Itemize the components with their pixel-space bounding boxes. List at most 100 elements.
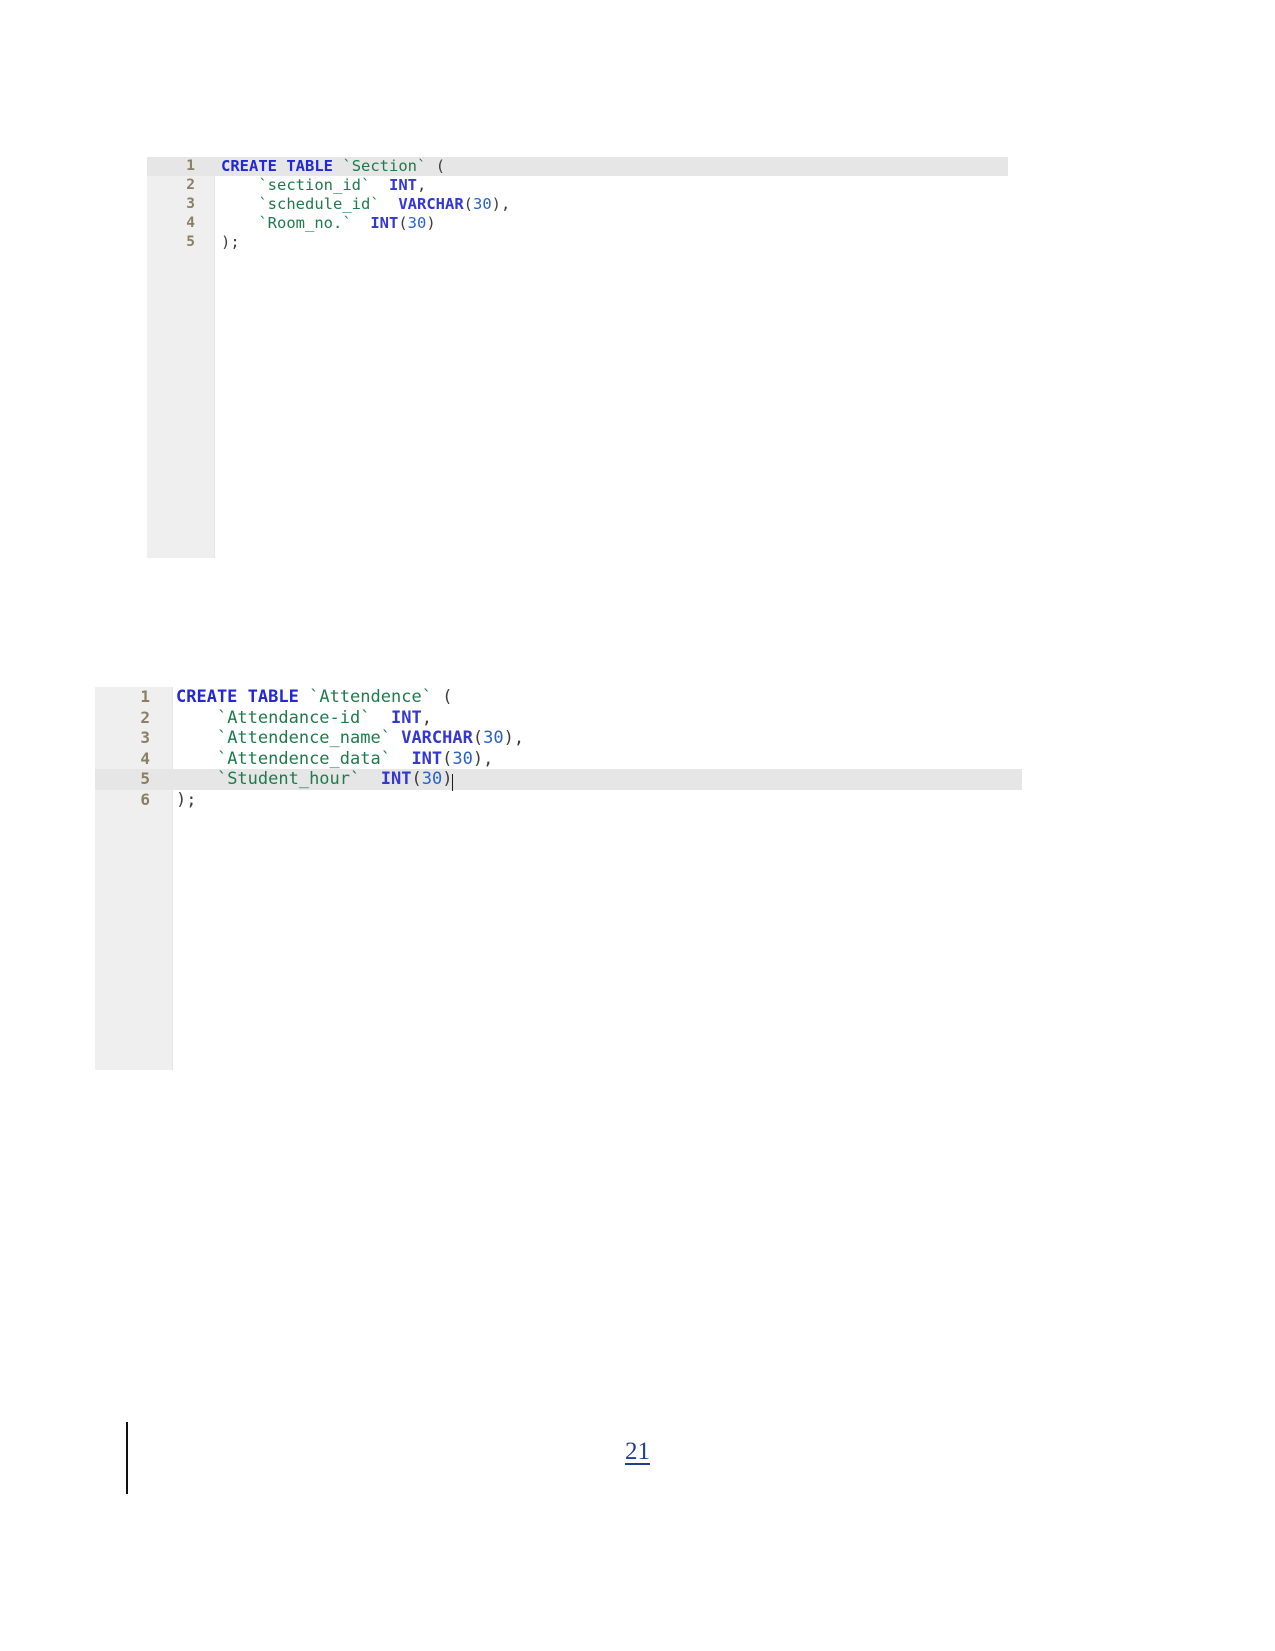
code-token: ( — [472, 728, 484, 748]
code-token: CREATE — [176, 687, 238, 707]
code-text[interactable]: `Student_hour` INT(30) — [164, 769, 1022, 791]
code-token: 30 — [407, 214, 427, 232]
code-token: 30 — [452, 748, 473, 769]
code-line[interactable]: 2 `section_id` INT, — [147, 176, 1008, 195]
code-token: `schedule_id` — [258, 195, 380, 213]
code-token: ) — [491, 195, 502, 213]
line-number: 4 — [140, 748, 150, 768]
code-token: `Student_hour` — [216, 769, 361, 789]
line-number: 2 — [140, 707, 150, 727]
code-token: 30 — [473, 195, 492, 213]
code-text[interactable]: CREATE TABLE `Section` ( — [207, 157, 1008, 176]
line-number: 5 — [140, 769, 150, 788]
code-token: ) — [221, 233, 231, 251]
code-line[interactable]: 3 `Attendence_name` VARCHAR(30), — [95, 728, 1022, 749]
code-token: ) — [472, 748, 484, 769]
code-token: , — [501, 195, 511, 213]
code-block-section-table[interactable]: 1 CREATE TABLE `Section` (2 `section_id` … — [147, 157, 1008, 558]
code-token: `Attendance-id` — [216, 707, 371, 728]
line-number: 1 — [186, 158, 195, 174]
code-token: INT — [390, 707, 422, 728]
code-token: TABLE — [247, 687, 299, 707]
code-token: `Room_no.` — [258, 214, 352, 232]
text-cursor — [452, 774, 454, 791]
code-token: VARCHAR — [398, 195, 464, 213]
code-token: ) — [426, 214, 436, 232]
code-text[interactable]: `schedule_id` VARCHAR(30), — [207, 195, 1008, 214]
code-token: TABLE — [286, 157, 334, 175]
code-token: , — [483, 748, 494, 769]
code-line[interactable]: 4 `Attendence_data` INT(30), — [95, 749, 1022, 770]
document-page: 1 CREATE TABLE `Section` (2 `section_id` … — [0, 0, 1275, 1651]
line-number: 5 — [186, 234, 195, 250]
code-token: ( — [463, 195, 473, 213]
code-token: INT — [388, 176, 417, 194]
line-number: 6 — [140, 789, 150, 809]
code-line[interactable]: 5 `Student_hour` INT(30) — [95, 769, 1022, 791]
code-text[interactable]: ); — [207, 233, 1008, 252]
code-token: VARCHAR — [401, 728, 473, 748]
code-line[interactable]: 4 `Room_no.` INT(30) — [147, 214, 1008, 233]
code-token: ) — [176, 789, 187, 810]
code-token: ( — [398, 214, 408, 232]
code-token: ) — [503, 728, 514, 748]
code-line[interactable]: 1 CREATE TABLE `Attendence` ( — [95, 687, 1022, 708]
line-number: 2 — [186, 177, 195, 193]
code-line[interactable]: 3 `schedule_id` VARCHAR(30), — [147, 195, 1008, 214]
code-block-attendence-table[interactable]: 1 CREATE TABLE `Attendence` (2 `Attendanc… — [95, 687, 1022, 1070]
code-line[interactable]: 6); — [95, 790, 1022, 811]
code-token: INT — [380, 769, 412, 789]
code-token: ( — [411, 769, 422, 789]
code-line[interactable]: 5); — [147, 233, 1008, 252]
code-text[interactable]: ); — [164, 790, 1022, 811]
code-token: `Attendence_name` — [216, 728, 391, 748]
code-line[interactable]: 1 CREATE TABLE `Section` ( — [147, 157, 1008, 176]
code-token: ( — [435, 157, 446, 175]
code-text[interactable]: CREATE TABLE `Attendence` ( — [164, 687, 1022, 708]
code-text[interactable]: `Room_no.` INT(30) — [207, 214, 1008, 233]
code-token: CREATE — [221, 157, 277, 175]
code-token: ; — [186, 789, 197, 810]
page-number: 21 — [625, 1438, 650, 1465]
code-text[interactable]: `Attendence_name` VARCHAR(30), — [164, 728, 1022, 749]
line-number: 3 — [140, 728, 150, 747]
code-lines-container[interactable]: 1 CREATE TABLE `Section` (2 `section_id` … — [147, 157, 1008, 252]
code-token: 30 — [483, 728, 504, 748]
code-token: 30 — [421, 769, 443, 789]
code-token: `section_id` — [258, 176, 371, 194]
code-token: INT — [370, 214, 399, 232]
code-text[interactable]: `Attendance-id` INT, — [164, 708, 1022, 729]
code-line[interactable]: 2 `Attendance-id` INT, — [95, 708, 1022, 729]
code-token: ) — [442, 769, 453, 789]
code-token: ; — [230, 233, 240, 251]
code-text[interactable]: `Attendence_data` INT(30), — [164, 749, 1022, 770]
code-token: `Section` — [342, 157, 427, 175]
line-number: 1 — [140, 687, 150, 706]
code-token: ( — [442, 687, 453, 707]
code-lines-container[interactable]: 1 CREATE TABLE `Attendence` (2 `Attendanc… — [95, 687, 1022, 810]
code-token: , — [513, 728, 525, 748]
code-token: `Attendence_data` — [216, 748, 391, 769]
line-number: 3 — [186, 196, 195, 212]
code-text[interactable]: `section_id` INT, — [207, 176, 1008, 195]
code-token: , — [421, 707, 432, 728]
code-token: ( — [442, 748, 453, 769]
code-token: `Attendence` — [309, 687, 432, 707]
